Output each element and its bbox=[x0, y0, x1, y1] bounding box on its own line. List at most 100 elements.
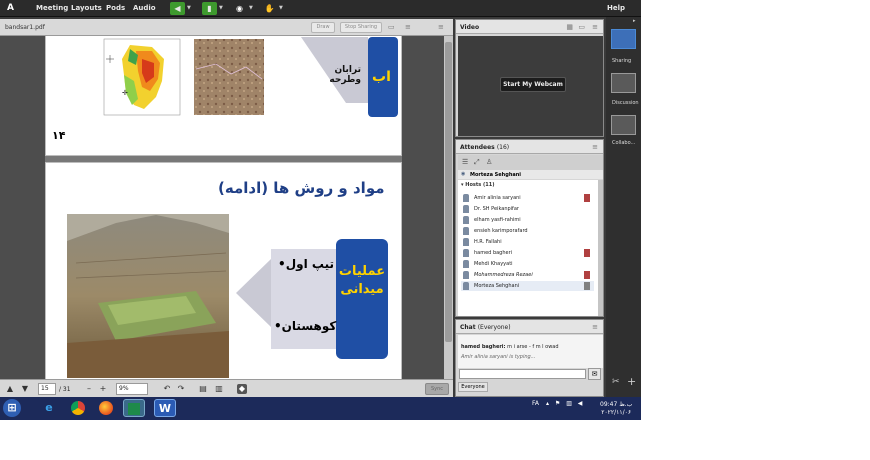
status-icon[interactable]: ♙ bbox=[486, 158, 492, 166]
tray-arrow-icon[interactable]: ▴ bbox=[546, 400, 549, 407]
user-icon bbox=[463, 194, 469, 202]
zoom-out-icon[interactable]: – bbox=[84, 384, 94, 394]
menu-icon[interactable]: ≡ bbox=[438, 23, 444, 31]
start-button-icon[interactable]: ⊞ bbox=[3, 399, 21, 417]
rotate-left-icon[interactable]: ↶ bbox=[162, 384, 172, 394]
clock-time: 09:47 ب.ظ bbox=[600, 401, 633, 408]
document-viewport[interactable]: ✛ ترابان وطرحه اب ۱۴ مواد و روش ها (ادام… bbox=[0, 36, 453, 379]
send-message-icon[interactable]: ✉ bbox=[588, 368, 601, 380]
system-tray: FA ▴ ⚑ ▥ ◀ bbox=[532, 400, 582, 407]
chat-title-text: Chat bbox=[460, 324, 476, 331]
layout-discussion-label[interactable]: Discussion bbox=[612, 100, 639, 106]
word-icon[interactable]: W bbox=[154, 399, 176, 417]
chevron-down-icon[interactable]: ▼ bbox=[187, 5, 191, 11]
menu-layouts[interactable]: Layouts bbox=[71, 4, 102, 12]
attendees-count: (16) bbox=[496, 144, 510, 151]
draw-button[interactable]: Draw bbox=[311, 22, 335, 33]
attendee-name: Amir alinia saryani bbox=[474, 195, 521, 201]
flag-icon[interactable]: ⚑ bbox=[555, 400, 560, 407]
attendees-pod-header: Attendees (16) ≡ bbox=[456, 140, 603, 154]
video-pod: Video ▦ ▭ ≡ Start My Webcam bbox=[455, 19, 604, 137]
collapse-icon[interactable]: ▸ bbox=[633, 18, 636, 24]
list-item[interactable]: elham yasfi-rahimi bbox=[461, 215, 594, 225]
menu-meeting[interactable]: Meeting bbox=[36, 4, 68, 12]
clock[interactable]: 09:47 ب.ظ ۲۰۲۲/۱۱/۰۶ bbox=[600, 401, 632, 417]
rotate-right-icon[interactable]: ↷ bbox=[176, 384, 186, 394]
scrollbar-thumb[interactable] bbox=[445, 42, 452, 342]
expand-icon[interactable]: ⤢ bbox=[474, 158, 480, 167]
status-icon bbox=[584, 194, 590, 202]
fit-page-icon[interactable]: ▥ bbox=[214, 384, 224, 394]
layouts-panel: ▸ Sharing Discussion Collabo... ✂ + bbox=[606, 17, 641, 397]
previous-page-icon[interactable]: ▲ bbox=[5, 384, 15, 394]
menu-bar: A Meeting Layouts Pods Audio ◀ ▼ ▮ ▼ ◉ ▼… bbox=[0, 0, 641, 17]
list-view-icon[interactable]: ☰ bbox=[462, 158, 468, 166]
fullscreen-icon[interactable]: ▭ bbox=[578, 23, 585, 31]
menu-icon[interactable]: ≡ bbox=[592, 23, 598, 31]
adobe-connect-taskbar-icon[interactable] bbox=[123, 399, 145, 417]
attendees-title-text: Attendees bbox=[460, 144, 495, 151]
chat-message: hamed bagheri: m i arse - f m l owad bbox=[461, 344, 559, 350]
stop-sharing-button[interactable]: Stop Sharing bbox=[340, 22, 382, 33]
chat-tab-everyone[interactable]: Everyone bbox=[458, 382, 488, 392]
internet-explorer-icon[interactable]: e bbox=[38, 399, 60, 417]
add-layout-icon[interactable]: + bbox=[627, 375, 636, 388]
network-icon[interactable]: ▥ bbox=[566, 400, 572, 407]
list-item[interactable]: ensieh karimporafard bbox=[461, 226, 594, 236]
list-item[interactable]: Morteza Sehghani bbox=[461, 281, 594, 291]
chat-messages: hamed bagheri: m i arse - f m l owad Ami… bbox=[458, 335, 603, 368]
firefox-icon[interactable] bbox=[95, 399, 117, 417]
slide-14-number: ۱۴ bbox=[52, 129, 66, 142]
page-number-input[interactable]: 15 bbox=[38, 383, 56, 395]
share-pod-header: bandsar1.pdf Draw Stop Sharing ▭ ≡ ≡ bbox=[0, 19, 453, 36]
list-item[interactable]: Mohammedreza Rezaei bbox=[461, 270, 594, 280]
chevron-down-icon[interactable]: ▼ bbox=[249, 5, 253, 11]
document-scrollbar[interactable] bbox=[444, 36, 453, 379]
start-webcam-button[interactable]: Start My Webcam bbox=[500, 77, 566, 92]
microphone-icon[interactable]: ▮ bbox=[202, 2, 217, 15]
list-item[interactable]: Dr. SH Peikanpifar bbox=[461, 204, 594, 214]
document-toolbar: ▲ ▼ 15 / 31 – + 9% ↶ ↷ ▤ ▥ ◆ Sync bbox=[0, 379, 453, 397]
menu-help[interactable]: Help bbox=[607, 4, 625, 12]
layout-discussion-thumb[interactable] bbox=[611, 73, 636, 93]
chevron-down-icon[interactable]: ▼ bbox=[219, 5, 223, 11]
list-item[interactable]: Amir alinia saryani bbox=[461, 193, 594, 203]
webcam-icon[interactable]: ◉ bbox=[232, 2, 247, 15]
hosts-group-header[interactable]: ▾ Hosts (11) bbox=[461, 182, 495, 188]
chat-pod: Chat (Everyone) ≡ hamed bagheri: m i ars… bbox=[455, 319, 604, 397]
volume-icon[interactable]: ◀ bbox=[578, 400, 583, 407]
attendee-name: hamed bagheri bbox=[474, 250, 513, 256]
menu-pods[interactable]: Pods bbox=[106, 4, 125, 12]
list-item[interactable]: H.R. Fallahi bbox=[461, 237, 594, 247]
layout-sharing-label[interactable]: Sharing bbox=[612, 58, 631, 64]
sync-button[interactable]: Sync bbox=[425, 383, 449, 395]
current-user-row[interactable]: ◉ Morteza Sehghani bbox=[458, 170, 603, 179]
language-indicator[interactable]: FA bbox=[532, 400, 539, 407]
tools-icon[interactable]: ✂ bbox=[612, 377, 620, 387]
chat-input[interactable] bbox=[459, 369, 586, 379]
list-item[interactable]: Mehdi Khayyati bbox=[461, 259, 594, 269]
chevron-down-icon[interactable]: ▼ bbox=[279, 5, 283, 11]
attendee-scrollbar[interactable] bbox=[598, 180, 603, 316]
fit-width-icon[interactable]: ▤ bbox=[198, 384, 208, 394]
menu-icon[interactable]: ≡ bbox=[592, 143, 598, 151]
speaker-icon[interactable]: ◀ bbox=[170, 2, 185, 15]
chrome-icon[interactable] bbox=[67, 399, 89, 417]
attendee-name: Morteza Sehghani bbox=[474, 283, 520, 289]
next-page-icon[interactable]: ▼ bbox=[20, 384, 30, 394]
raise-hand-icon[interactable]: ✋ bbox=[262, 2, 277, 15]
grid-icon[interactable]: ▦ bbox=[566, 23, 573, 31]
list-item[interactable]: hamed bagheri bbox=[461, 248, 594, 258]
user-icon bbox=[463, 260, 469, 268]
zoom-in-icon[interactable]: + bbox=[98, 384, 108, 394]
layout-collaboration-label[interactable]: Collabo... bbox=[612, 140, 635, 146]
menu-icon[interactable]: ≡ bbox=[592, 323, 598, 331]
menu-audio[interactable]: Audio bbox=[133, 4, 156, 12]
options-icon[interactable]: ≡ bbox=[405, 23, 411, 31]
fullscreen-icon[interactable]: ▭ bbox=[388, 23, 395, 31]
layout-collaboration-thumb[interactable] bbox=[611, 115, 636, 135]
video-area: Start My Webcam bbox=[458, 36, 603, 136]
pointer-icon[interactable]: ◆ bbox=[237, 384, 247, 394]
zoom-select[interactable]: 9% bbox=[116, 383, 148, 395]
layout-sharing-thumb[interactable] bbox=[611, 29, 636, 49]
